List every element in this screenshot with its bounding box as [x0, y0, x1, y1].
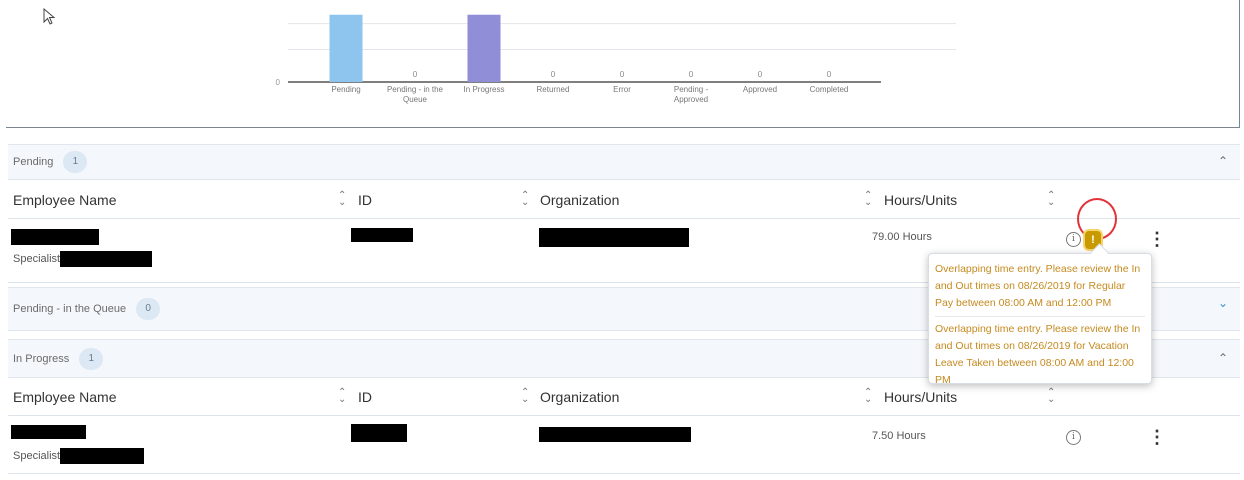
- column-employee-name[interactable]: Employee Name: [13, 389, 117, 405]
- chevron-up-icon[interactable]: ⌃: [1218, 154, 1228, 168]
- redacted-organization: [539, 228, 689, 247]
- employee-title: Specialist,: [13, 253, 64, 265]
- section-header-pending[interactable]: Pending 1 ⌃: [8, 144, 1240, 180]
- bar-value-label: 0: [827, 70, 832, 79]
- info-icon[interactable]: i: [1066, 232, 1081, 247]
- x-tick-label: In Progress: [464, 85, 505, 94]
- redacted-employee-name: [11, 229, 99, 245]
- redacted-organization: [539, 427, 691, 442]
- warning-tooltip: Overlapping time entry. Please review th…: [928, 253, 1152, 386]
- bar-value-label: 0: [413, 70, 418, 79]
- x-tick-label: Approved: [743, 85, 777, 94]
- section-title: Pending - in the Queue: [13, 303, 127, 315]
- x-tick-label: Pending: [331, 85, 360, 94]
- table-header: Employee Name ⌃ ⌄ ID ⌃ ⌄ Organization ⌃ ⌄ H…: [8, 183, 1240, 219]
- bar: [467, 14, 501, 83]
- tooltip-message: Overlapping time entry. Please review th…: [935, 316, 1145, 393]
- bar: [329, 14, 363, 83]
- sort-icon[interactable]: ⌃ ⌄: [1047, 191, 1055, 208]
- x-tick-label: Pending -Approved: [674, 85, 709, 104]
- column-hours-units[interactable]: Hours/Units: [884, 192, 957, 208]
- redacted-employee-title: [60, 448, 144, 464]
- more-vertical-icon[interactable]: ⋮: [1148, 428, 1166, 446]
- count-badge: 0: [136, 298, 161, 320]
- redacted-employee-name: [11, 425, 86, 439]
- table-row[interactable]: Specialist, 7.50 Hours i ⋮: [8, 416, 1240, 474]
- chevron-up-icon[interactable]: ⌃: [1218, 351, 1228, 365]
- redacted-id: [351, 424, 407, 442]
- redacted-employee-title: [60, 251, 152, 267]
- sort-icon[interactable]: ⌃ ⌄: [521, 388, 529, 405]
- employee-title: Specialist,: [13, 450, 64, 462]
- bar-value-label: 0: [758, 70, 763, 79]
- sort-icon[interactable]: ⌃ ⌄: [864, 388, 872, 405]
- x-tick-label: Returned: [537, 85, 570, 94]
- column-id[interactable]: ID: [358, 389, 372, 405]
- bar-value-label: 0: [689, 70, 694, 79]
- hours-value: 7.50 Hours: [872, 430, 926, 442]
- count-badge: 1: [79, 347, 104, 370]
- column-id[interactable]: ID: [358, 192, 372, 208]
- bar-value-label: 0: [620, 70, 625, 79]
- y-tick-label: 0: [276, 78, 281, 87]
- sort-icon[interactable]: ⌃ ⌄: [521, 191, 529, 208]
- column-organization[interactable]: Organization: [540, 192, 619, 208]
- section-title: Pending: [13, 156, 54, 168]
- chevron-down-icon[interactable]: ⌄: [1218, 296, 1228, 310]
- sort-icon[interactable]: ⌃ ⌄: [864, 191, 872, 208]
- status-bar-chart: 0 Pending 0 Pending - in the Queue In Progres…: [276, 14, 956, 104]
- column-organization[interactable]: Organization: [540, 389, 619, 405]
- info-icon[interactable]: i: [1066, 430, 1081, 445]
- count-badge: 1: [63, 151, 88, 173]
- bar-value-label: 0: [551, 70, 556, 79]
- column-employee-name[interactable]: Employee Name: [13, 192, 117, 208]
- x-tick-label: Pending - in the Queue: [387, 85, 444, 104]
- redacted-id: [351, 228, 413, 242]
- sort-icon[interactable]: ⌃ ⌄: [338, 388, 346, 405]
- x-tick-label: Completed: [810, 85, 849, 94]
- tooltip-message: Overlapping time entry. Please review th…: [935, 263, 1141, 309]
- more-vertical-icon[interactable]: ⋮: [1148, 230, 1166, 248]
- chart-panel: 0 Pending 0 Pending - in the Queue In Progres…: [6, 0, 1240, 128]
- sort-icon[interactable]: ⌃ ⌄: [338, 191, 346, 208]
- hours-value: 79.00 Hours: [872, 231, 932, 243]
- x-tick-label: Error: [613, 85, 631, 94]
- section-title: In Progress: [13, 352, 70, 365]
